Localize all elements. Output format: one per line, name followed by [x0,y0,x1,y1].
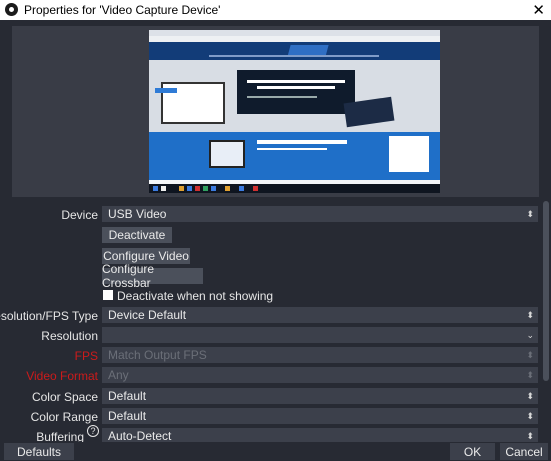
spin-icon: ⬍ [526,209,534,219]
spin-icon: ⬍ [526,411,534,421]
spin-icon: ⬍ [526,370,534,380]
deactivate-when-not-showing-label: Deactivate when not showing [117,289,274,303]
resolution-fps-type-select[interactable]: Device Default ⬍ [102,307,538,323]
resolution-label: Resolution [41,329,98,343]
deactivate-when-not-showing-checkbox[interactable] [103,290,113,300]
resolution-select[interactable]: ⌄ [102,327,538,343]
device-value: USB Video [108,207,167,221]
preview-screenshot [149,30,440,193]
window-title: Properties for 'Video Capture Device' [24,3,221,17]
deactivate-button[interactable]: Deactivate [102,227,172,243]
configure-crossbar-button[interactable]: Configure Crossbar [102,262,203,290]
spin-icon: ⬍ [526,431,534,441]
device-select[interactable]: USB Video ⬍ [102,206,538,222]
color-space-select[interactable]: Default ⬍ [102,388,538,404]
obs-logo-icon [5,3,18,16]
title-bar: Properties for 'Video Capture Device' ✕ [0,0,551,20]
buffering-value: Auto-Detect [108,429,172,443]
color-space-value: Default [108,389,147,403]
chevron-down-icon: ⌄ [526,330,534,340]
fps-select[interactable]: Match Output FPS ⬍ [102,347,538,363]
color-range-label: Color Range [30,410,98,424]
cancel-button[interactable]: Cancel [500,443,548,460]
resolution-fps-type-label: Resolution/FPS Type [0,309,98,323]
spin-icon: ⬍ [526,350,534,360]
spin-icon: ⬍ [526,310,534,320]
buffering-select[interactable]: Auto-Detect ⬍ [102,428,538,443]
close-icon[interactable]: ✕ [532,1,545,19]
spin-icon: ⬍ [526,391,534,401]
ok-button[interactable]: OK [450,443,495,460]
preview-area [12,26,539,197]
resolution-fps-type-value: Device Default [108,308,187,322]
fps-label: FPS [74,349,98,363]
device-label: Device [61,208,98,222]
scrollbar[interactable] [543,201,549,381]
video-format-value: Any [108,368,129,382]
fps-value: Match Output FPS [108,348,207,362]
help-icon[interactable]: ? [87,425,99,437]
video-format-select[interactable]: Any ⬍ [102,367,538,383]
color-space-label: Color Space [31,390,98,404]
video-format-label: Video Format [26,369,98,383]
defaults-button[interactable]: Defaults [4,443,74,460]
color-range-value: Default [108,409,147,423]
color-range-select[interactable]: Default ⬍ [102,408,538,424]
